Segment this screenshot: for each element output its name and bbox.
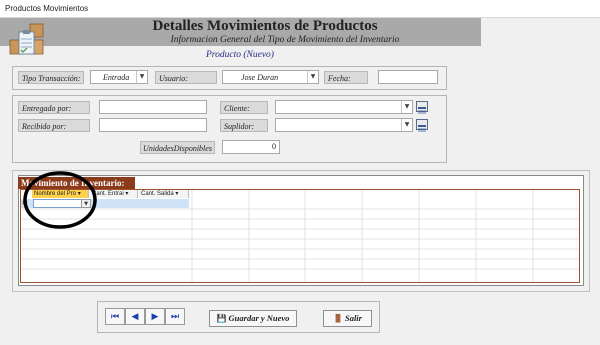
chevron-down-icon[interactable]: ▼ (136, 71, 147, 83)
column-header-cant-salida[interactable]: Cant. Salida ▾ (139, 190, 189, 198)
entregado-por-label: Entregado por: (18, 101, 90, 114)
entregado-por-input[interactable] (99, 100, 207, 114)
tipo-transaccion-label: Tipo Transacción: (18, 71, 84, 84)
page-title: Detalles Movimientos de Productos (152, 18, 378, 34)
unidades-disponibles-input[interactable]: 0 (222, 140, 280, 154)
save-icon: 💾 (216, 314, 227, 323)
cliente-select[interactable]: ▼ (275, 100, 413, 114)
chevron-down-icon[interactable]: ▼ (401, 101, 412, 113)
recibido-por-label: Recibido por: (18, 119, 90, 132)
suplidor-list-icon[interactable] (416, 119, 428, 132)
clipboard-boxes-logo-icon (8, 20, 46, 60)
annotation-circle (22, 170, 100, 232)
cliente-label: Cliente: (220, 101, 268, 114)
previous-record-icon[interactable]: ◀ (125, 308, 145, 325)
sort-arrow-icon: ▾ (123, 191, 129, 197)
usuario-label: Usuario: (155, 71, 217, 84)
record-mode-label: Producto (Nuevo) (206, 50, 274, 60)
guardar-y-nuevo-button[interactable]: 💾 Guardar y Nuevo (209, 310, 297, 327)
window-title: Productos Movimientos (0, 0, 600, 18)
tipo-transaccion-select[interactable]: Entrada ▼ (90, 70, 148, 84)
cliente-list-icon[interactable] (416, 101, 428, 114)
last-record-icon[interactable]: ⏭ (165, 308, 185, 325)
usuario-value: Jose Duran (241, 73, 279, 82)
first-record-icon[interactable]: ⏮ (105, 308, 125, 325)
suplidor-label: Suplidor: (220, 119, 268, 132)
tipo-transaccion-value: Entrada (103, 73, 130, 82)
chevron-down-icon[interactable]: ▼ (307, 71, 318, 83)
page-subtitle: Informacion General del Tipo de Movimien… (170, 35, 400, 45)
suplidor-select[interactable]: ▼ (275, 118, 413, 132)
exit-door-icon: 🚪 (333, 314, 343, 323)
salir-button[interactable]: 🚪 Salir (323, 310, 372, 327)
fecha-label: Fecha: (324, 71, 368, 84)
next-record-icon[interactable]: ▶ (145, 308, 165, 325)
chevron-down-icon[interactable]: ▼ (401, 119, 412, 131)
usuario-select[interactable]: Jose Duran ▼ (222, 70, 319, 84)
unidades-disponibles-label: UnidadesDisponibles (140, 141, 215, 154)
fecha-input[interactable] (378, 70, 438, 84)
sort-arrow-icon: ▾ (173, 191, 179, 197)
recibido-por-input[interactable] (99, 118, 207, 132)
